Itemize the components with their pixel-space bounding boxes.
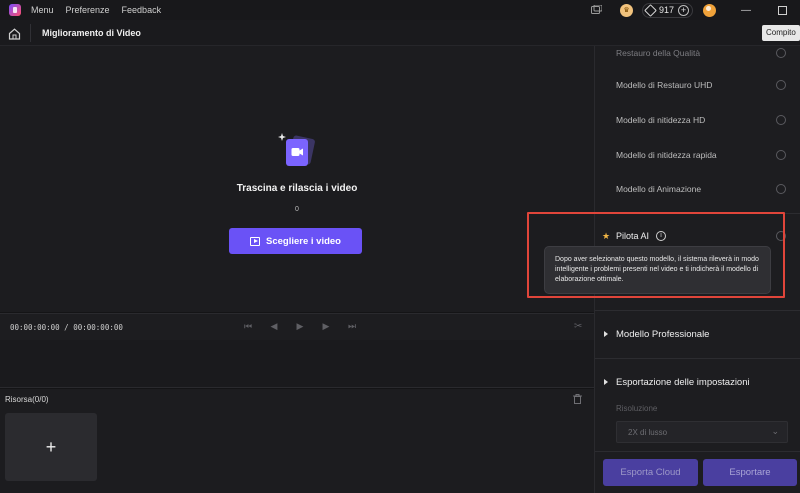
video-upload-icon [277, 130, 317, 170]
playback-bar: 00:00:00:00 / 00:00:00:00 ⏮ ◀ ▶ ▶ ⏭ ✂ [0, 313, 594, 340]
add-credits-icon[interactable]: + [678, 4, 689, 16]
drop-title: Trascina e rilascia i video [236, 183, 358, 194]
app-logo-icon [9, 4, 21, 16]
resource-title: Risorsa(0/0) [5, 395, 49, 404]
chevron-down-icon: ⌄ [771, 426, 779, 436]
page-header: Miglioramento di Video [0, 20, 800, 46]
section-title: Modello Professionale [616, 329, 710, 340]
drop-zone[interactable]: Trascina e rilascia i video 0 Scegliere … [0, 46, 594, 312]
title-bar: Menu Preferenze Feedback ♛ 917 + — [0, 0, 800, 20]
panel-divider [595, 451, 800, 452]
resolution-value: 2X di lusso [628, 428, 668, 437]
export-button[interactable]: Esportare [703, 459, 797, 486]
model-radio[interactable] [776, 80, 786, 90]
timecode: 00:00:00:00 / 00:00:00:00 [10, 323, 123, 332]
trash-icon[interactable] [573, 394, 582, 406]
model-radio[interactable] [776, 150, 786, 160]
choose-videos-button[interactable]: Scegliere i video [229, 228, 362, 254]
scissors-icon[interactable]: ✂ [574, 321, 582, 332]
panel-divider [595, 310, 800, 311]
coin-icon[interactable]: ♛ [619, 3, 633, 17]
video-file-icon [250, 236, 260, 246]
panel-divider [595, 213, 800, 214]
credits-badge[interactable]: 917 + [641, 2, 693, 18]
playback-controls: ⏮ ◀ ▶ ▶ ⏭ [242, 321, 358, 332]
credits-count: 917 [658, 5, 674, 15]
model-radio[interactable] [776, 115, 786, 125]
skip-back-icon[interactable]: ⏮ [242, 321, 254, 332]
minimize-button[interactable]: — [728, 0, 764, 20]
skip-forward-icon[interactable]: ⏭ [346, 321, 358, 332]
task-tooltip: Compito [762, 25, 800, 41]
resolution-label: Risoluzione [616, 404, 658, 413]
page-title: Miglioramento di Video [42, 28, 141, 38]
section-export-settings[interactable]: Esportazione delle impostazioni [595, 373, 800, 395]
maximize-button[interactable] [764, 0, 800, 20]
menu-item-feedback[interactable]: Feedback [122, 5, 162, 15]
model-label: Modello di Restauro UHD [616, 80, 713, 90]
model-radio[interactable] [776, 48, 786, 58]
star-icon: ★ [602, 231, 611, 241]
screen-record-icon[interactable] [590, 3, 604, 17]
model-label: Modello di nitidezza rapida [616, 150, 717, 160]
info-icon[interactable]: i [656, 231, 666, 241]
section-professional-model[interactable]: Modello Professionale [595, 325, 800, 347]
file-count: 0 [295, 206, 299, 213]
expand-arrow-icon [604, 379, 608, 385]
model-radio[interactable] [776, 184, 786, 194]
timeline-track[interactable] [0, 340, 594, 388]
resolution-select[interactable]: 2X di lusso ⌄ [616, 421, 788, 443]
model-row-uhd[interactable]: Modello di Restauro UHD [595, 76, 800, 96]
model-label: Modello di nitidezza HD [616, 115, 706, 125]
choose-videos-label: Scegliere i video [266, 235, 341, 247]
model-row-hd-sharpen[interactable]: Modello di nitidezza HD [595, 111, 800, 131]
panel-divider [595, 358, 800, 359]
model-row-ai-pilot[interactable]: ★ Pilota AI i [595, 226, 800, 248]
menu-item-menu[interactable]: Menu [31, 5, 54, 15]
model-label: Restauro della Qualità [616, 48, 701, 58]
expand-arrow-icon [604, 331, 608, 337]
export-cloud-button[interactable]: Esporta Cloud [603, 459, 698, 486]
resource-panel: Risorsa(0/0) + [0, 389, 594, 493]
avatar[interactable] [703, 3, 716, 17]
model-row-animation[interactable]: Modello di Animazione [595, 180, 800, 200]
ai-pilot-tooltip: Dopo aver selezionato questo modello, il… [544, 246, 771, 294]
model-row-quality-restore[interactable]: Restauro della Qualità [595, 44, 800, 64]
model-radio[interactable] [776, 231, 786, 241]
step-back-icon[interactable]: ◀ [268, 321, 280, 332]
model-label: Modello di Animazione [616, 184, 702, 194]
menu-item-preferences[interactable]: Preferenze [66, 5, 110, 15]
model-row-fast-sharpen[interactable]: Modello di nitidezza rapida [595, 146, 800, 166]
diamond-icon [644, 3, 657, 17]
ai-pilot-label: Pilota AI [616, 231, 650, 241]
header-divider [30, 24, 31, 42]
play-icon[interactable]: ▶ [294, 321, 306, 332]
home-icon[interactable] [8, 27, 21, 40]
step-forward-icon[interactable]: ▶ [320, 321, 332, 332]
section-title: Esportazione delle impostazioni [616, 377, 750, 388]
add-resource-button[interactable]: + [5, 413, 97, 481]
